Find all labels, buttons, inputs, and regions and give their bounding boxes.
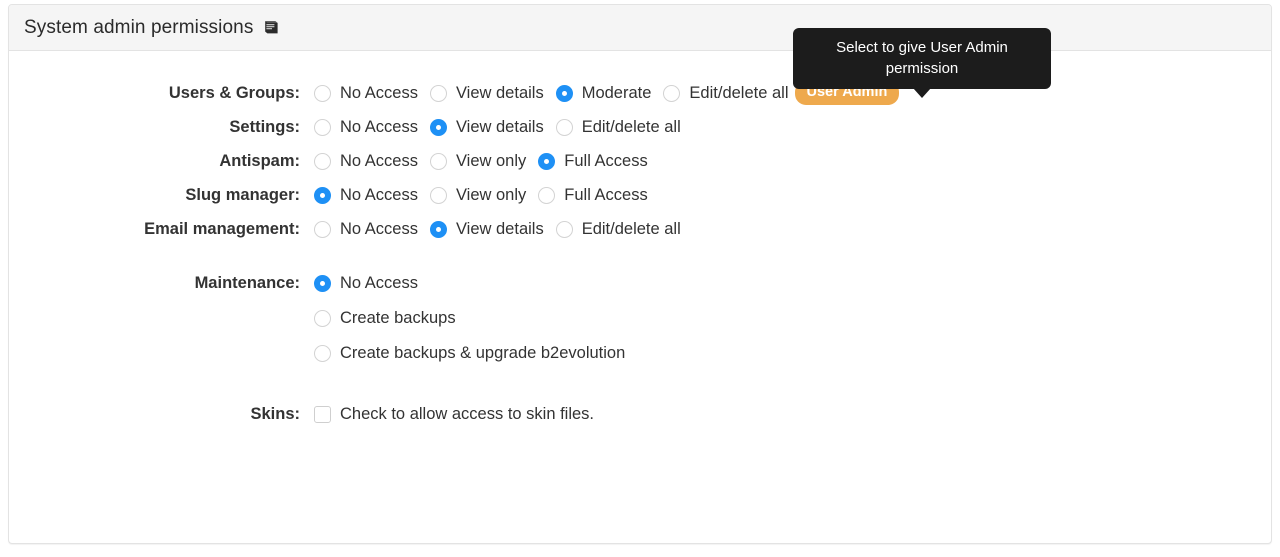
radio-label: No Access (340, 220, 418, 238)
permission-row-settings: Settings: No Access View details Edit/de… (9, 110, 1271, 144)
radio-label: View details (455, 220, 544, 238)
manual-book-icon[interactable] (263, 20, 280, 40)
permission-row-maintenance: Maintenance: No Access Create backups Cr… (9, 266, 1271, 371)
row-controls-skins: Check to allow access to skin files. (314, 397, 606, 431)
panel-body: Users & Groups: No Access View details M… (9, 51, 1271, 431)
radio-icon-checked[interactable] (429, 118, 447, 136)
radio-icon[interactable] (314, 152, 331, 170)
row-label-slug-manager: Slug manager: (185, 186, 300, 204)
radio-icon[interactable] (663, 84, 681, 102)
radio-label: No Access (340, 186, 418, 204)
radio-label: Create backups & upgrade b2evolution (340, 344, 626, 362)
radio-icon[interactable] (314, 118, 331, 136)
radio-option-users-groups-edit-delete-all[interactable]: Edit/delete all (663, 76, 789, 110)
row-controls-maintenance: No Access Create backups Create backups … (314, 266, 625, 371)
radio-icon-checked[interactable] (314, 275, 331, 292)
tooltip-text: Select to give User Admin permission (836, 39, 1008, 77)
radio-option-slug-manager-no-access[interactable]: No Access (314, 178, 418, 212)
radio-icon-checked[interactable] (429, 220, 447, 238)
radio-icon[interactable] (314, 84, 331, 102)
radio-option-email-management-view-details[interactable]: View details (429, 212, 544, 246)
radio-icon-checked[interactable] (555, 84, 573, 102)
radio-option-slug-manager-view-only[interactable]: View only (429, 178, 527, 212)
permission-row-skins: Skins: Check to allow access to skin fil… (9, 397, 1271, 431)
radio-icon[interactable] (429, 186, 447, 204)
checkbox-option-skins[interactable]: Check to allow access to skin files. (314, 397, 594, 431)
radio-option-email-management-no-access[interactable]: No Access (314, 212, 418, 246)
row-label-antispam: Antispam: (219, 152, 300, 170)
radio-label: View only (455, 186, 527, 204)
row-controls-email-management: No Access View details Edit/delete all (314, 212, 693, 246)
radio-icon[interactable] (555, 220, 573, 238)
radio-icon[interactable] (314, 310, 331, 327)
row-label-users-groups: Users & Groups: (168, 84, 300, 102)
radio-icon[interactable] (538, 186, 556, 204)
row-controls-antispam: No Access View only Full Access (314, 144, 660, 178)
radio-label: Create backups (340, 309, 456, 327)
radio-option-settings-edit-delete-all[interactable]: Edit/delete all (555, 110, 681, 144)
radio-label: No Access (340, 274, 418, 292)
radio-option-settings-view-details[interactable]: View details (429, 110, 544, 144)
radio-option-settings-no-access[interactable]: No Access (314, 110, 418, 144)
checkbox-icon[interactable] (314, 405, 331, 423)
row-controls-slug-manager: No Access View only Full Access (314, 178, 660, 212)
radio-label: Edit/delete all (689, 84, 789, 102)
radio-label: Edit/delete all (581, 220, 681, 238)
radio-icon-checked[interactable] (538, 152, 556, 170)
page-title: System admin permissions (24, 16, 254, 38)
radio-option-antispam-view-only[interactable]: View only (429, 144, 527, 178)
checkbox-label: Check to allow access to skin files. (340, 405, 595, 423)
radio-icon[interactable] (555, 118, 573, 136)
radio-option-maintenance-create-backups[interactable]: Create backups (314, 301, 625, 336)
system-admin-permissions-panel: System admin permissions Users & Groups:… (8, 4, 1272, 544)
permission-row-users-groups: Users & Groups: No Access View details M… (9, 76, 1271, 110)
row-label-settings: Settings: (229, 118, 300, 136)
panel-header: System admin permissions (9, 5, 1271, 51)
radio-option-users-groups-view-details[interactable]: View details (429, 76, 544, 110)
radio-label: View details (455, 84, 544, 102)
permission-row-email-management: Email management: No Access View details… (9, 212, 1271, 246)
row-label-skins: Skins: (250, 405, 300, 423)
row-label-maintenance: Maintenance: (194, 274, 300, 292)
row-controls-settings: No Access View details Edit/delete all (314, 110, 693, 144)
tooltip-user-admin: Select to give User Admin permission (793, 28, 1051, 98)
radio-label: Moderate (581, 84, 652, 102)
radio-option-antispam-full-access[interactable]: Full Access (538, 144, 648, 178)
radio-label: Full Access (564, 186, 648, 204)
radio-label: No Access (340, 152, 418, 170)
radio-option-users-groups-no-access[interactable]: No Access (314, 76, 418, 110)
radio-icon[interactable] (429, 84, 447, 102)
permission-row-antispam: Antispam: No Access View only Full Acces… (9, 144, 1271, 178)
radio-label: Full Access (564, 152, 648, 170)
radio-option-maintenance-create-backups-upgrade[interactable]: Create backups & upgrade b2evolution (314, 336, 625, 371)
radio-option-email-management-edit-delete-all[interactable]: Edit/delete all (555, 212, 681, 246)
radio-icon-checked[interactable] (314, 186, 331, 204)
radio-label: View details (455, 118, 544, 136)
permission-row-slug-manager: Slug manager: No Access View only Full A… (9, 178, 1271, 212)
radio-option-slug-manager-full-access[interactable]: Full Access (538, 178, 648, 212)
radio-label: No Access (340, 84, 418, 102)
radio-icon[interactable] (429, 152, 447, 170)
radio-option-antispam-no-access[interactable]: No Access (314, 144, 418, 178)
radio-label: Edit/delete all (581, 118, 681, 136)
row-label-email-management: Email management: (144, 220, 300, 238)
radio-icon[interactable] (314, 220, 331, 238)
radio-option-users-groups-moderate[interactable]: Moderate (555, 76, 652, 110)
tooltip-arrow-icon (913, 88, 931, 98)
radio-icon[interactable] (314, 345, 331, 362)
radio-label: No Access (340, 118, 418, 136)
radio-option-maintenance-no-access[interactable]: No Access (314, 266, 625, 301)
radio-label: View only (455, 152, 527, 170)
